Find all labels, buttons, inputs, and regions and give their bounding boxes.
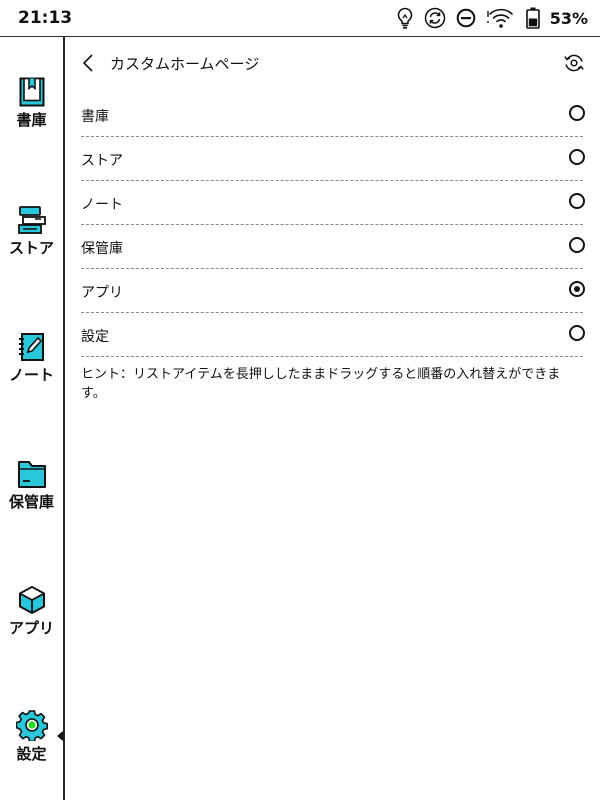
lightbulb-icon[interactable] <box>396 7 414 29</box>
sidebar-item-label: ノート <box>8 366 54 384</box>
radio-button[interactable] <box>569 237 585 253</box>
folder-icon <box>17 461 46 488</box>
sidebar-item-settings[interactable]: 設定 <box>0 709 63 779</box>
battery-icon <box>525 7 540 29</box>
status-time: 21:13 <box>18 8 73 28</box>
list-item[interactable]: 保管庫 <box>81 225 585 269</box>
radio-button[interactable] <box>569 105 585 121</box>
hint-text: ヒント：リストアイテムを長押ししたままドラッグすると順番の入れ替えができます。 <box>81 367 561 401</box>
option-label: 書庫 <box>81 109 109 125</box>
main-panel: カスタムホームページ 書庫 ストア ノート 保管庫 アプリ 設定 ヒント：リスト… <box>65 37 600 800</box>
sync-icon[interactable] <box>424 7 446 29</box>
list-item[interactable]: ストア <box>81 137 585 181</box>
option-label: アプリ <box>81 285 123 301</box>
sidebar-item-library[interactable]: 書庫 <box>0 77 63 147</box>
reset-icon[interactable] <box>562 51 586 75</box>
sidebar: 書庫 ストア ノート 保管庫 アプリ 設定 <box>0 37 65 800</box>
page-title: カスタムホームページ <box>110 55 260 73</box>
do-not-disturb-icon[interactable] <box>456 8 476 28</box>
sidebar-item-storage[interactable]: 保管庫 <box>0 459 63 529</box>
radio-button-selected[interactable] <box>569 281 585 297</box>
option-label: ノート <box>81 197 123 213</box>
note-icon <box>18 333 44 361</box>
list-item[interactable]: 書庫 <box>81 93 585 137</box>
list-item[interactable]: アプリ <box>81 269 585 313</box>
apps-cube-icon <box>18 586 45 614</box>
option-label: 保管庫 <box>81 241 123 257</box>
option-label: ストア <box>81 153 123 169</box>
chevron-left-icon[interactable] <box>77 51 101 75</box>
status-bar: 21:13 53% <box>0 0 600 37</box>
header: カスタムホームページ <box>65 37 600 89</box>
sidebar-item-label: 書庫 <box>16 111 47 129</box>
sidebar-item-label: 設定 <box>16 745 47 763</box>
radio-button[interactable] <box>569 149 585 165</box>
homepage-options-list: 書庫 ストア ノート 保管庫 アプリ 設定 <box>81 93 585 357</box>
sidebar-item-label: 保管庫 <box>8 493 54 511</box>
radio-button[interactable] <box>569 193 585 209</box>
list-item[interactable]: ノート <box>81 181 585 225</box>
gear-icon <box>15 710 48 741</box>
sidebar-item-label: アプリ <box>8 619 54 637</box>
bookshelf-icon <box>19 77 44 107</box>
sidebar-item-notes[interactable]: ノート <box>0 332 63 402</box>
sidebar-item-apps[interactable]: アプリ <box>0 585 63 655</box>
store-icon <box>17 206 46 234</box>
list-item[interactable]: 設定 <box>81 313 585 357</box>
sidebar-item-label: ストア <box>8 239 54 257</box>
status-icons: 53% <box>396 6 588 30</box>
active-item-indicator <box>57 731 63 741</box>
battery-percentage: 53% <box>549 8 588 28</box>
option-label: 設定 <box>81 329 109 345</box>
radio-button[interactable] <box>569 325 585 341</box>
wifi-icon[interactable] <box>486 7 516 29</box>
sidebar-item-store[interactable]: ストア <box>0 205 63 275</box>
